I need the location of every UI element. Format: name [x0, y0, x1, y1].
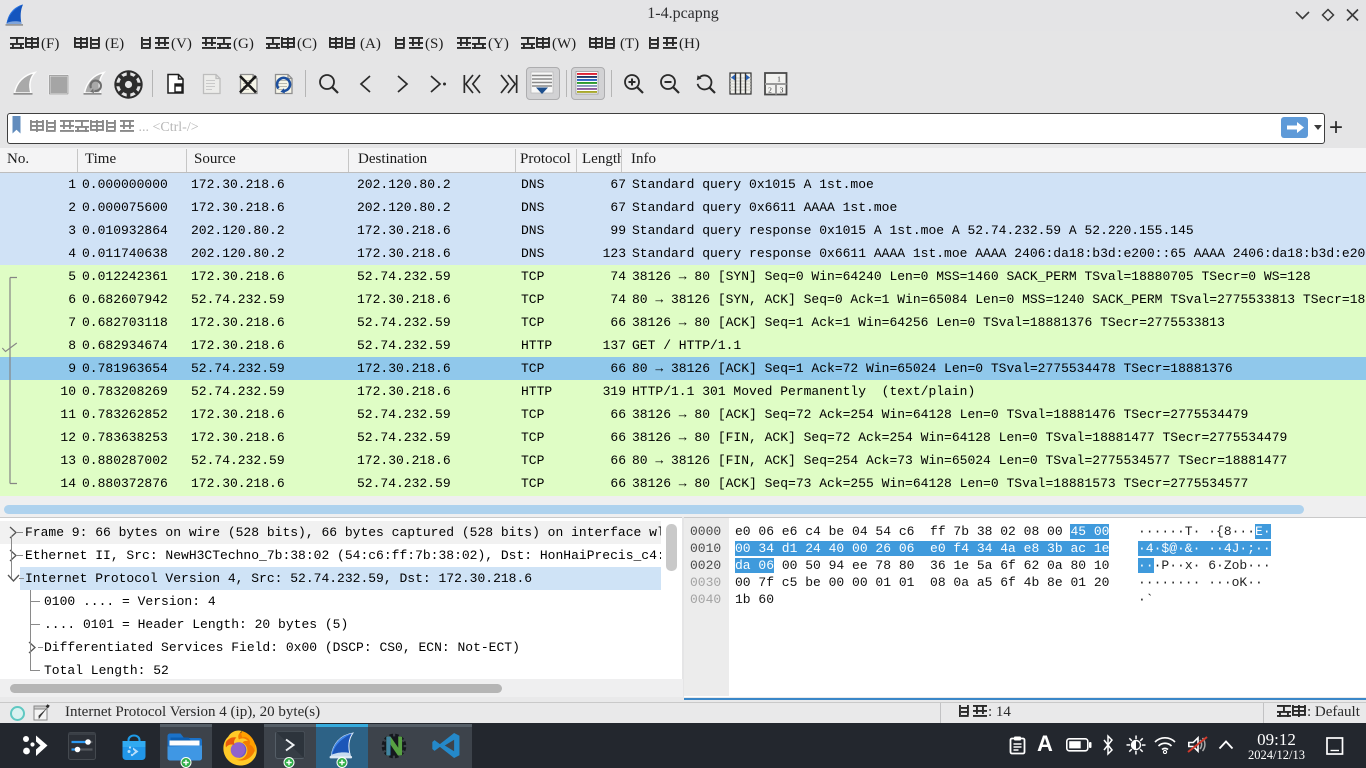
svg-text:1: 1 [777, 75, 781, 84]
svg-text:3: 3 [780, 86, 784, 95]
svg-text:2: 2 [768, 86, 772, 95]
